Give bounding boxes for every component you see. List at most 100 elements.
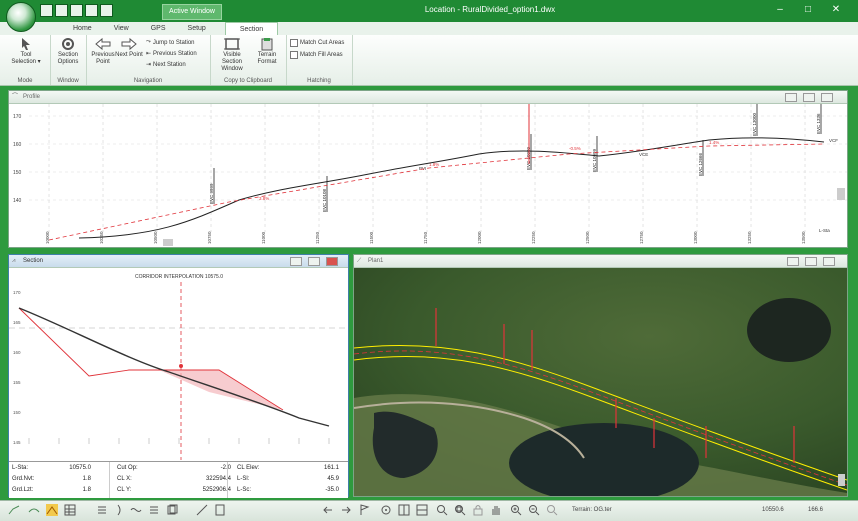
jump-to-station-button[interactable]: ⤳ Jump to Station bbox=[146, 39, 195, 46]
plan-restore-button[interactable] bbox=[805, 257, 817, 266]
list-icon[interactable] bbox=[148, 504, 160, 516]
profile-vertical-curve-label: EVC 10999 bbox=[592, 148, 597, 172]
section-chart-header: CORRIDOR INTERPOLATION 10575.0 bbox=[135, 274, 223, 280]
context-tab-label: Active Window bbox=[162, 4, 222, 20]
target-icon[interactable] bbox=[380, 504, 392, 516]
new-file-icon[interactable] bbox=[40, 4, 53, 17]
section-table-cell: Grd.Nvt: bbox=[12, 476, 35, 482]
section-restore-button[interactable] bbox=[308, 257, 320, 266]
match-fill-areas-checkbox[interactable]: Match Fill Areas bbox=[290, 51, 343, 59]
profile-chart[interactable]: 10000 10250 10500 10750 11000 11250 11500 11750… bbox=[9, 104, 847, 247]
tab-section[interactable]: Section bbox=[224, 22, 279, 35]
flag-icon[interactable] bbox=[358, 504, 370, 516]
profile-station-tick-label: 11000 bbox=[261, 231, 266, 244]
next-icon[interactable] bbox=[340, 504, 352, 516]
section-table-cell: CL Y: bbox=[117, 487, 132, 493]
section-table-cell: 161.1 bbox=[323, 465, 339, 471]
wave-icon[interactable] bbox=[130, 504, 142, 516]
window-title: Location - RuralDivided_option1.dwx bbox=[424, 5, 556, 14]
visible-section-window-button[interactable]: Visible Section Window bbox=[214, 37, 250, 73]
arrow-left-icon bbox=[95, 37, 111, 51]
section-y-tick-label: 160 bbox=[13, 350, 21, 355]
cursor-icon bbox=[22, 38, 30, 50]
print-icon[interactable] bbox=[85, 4, 98, 17]
section-close-button[interactable] bbox=[326, 257, 338, 266]
zoom-extents-icon[interactable] bbox=[546, 504, 558, 516]
plan-vscroll-thumb[interactable] bbox=[838, 474, 845, 486]
group-mode: Tool Selection ▾ Mode bbox=[0, 35, 51, 85]
profile-station-tick-label: 10500 bbox=[153, 231, 158, 244]
profile-pvi-label: VCF bbox=[829, 138, 838, 143]
next-station-button[interactable]: ⇥ Next Station bbox=[146, 61, 186, 69]
plan-title: Plan1 bbox=[368, 258, 384, 264]
app-menu-orb-icon[interactable] bbox=[6, 2, 36, 32]
plan-close-button[interactable] bbox=[823, 257, 835, 266]
zoom-in-icon[interactable] bbox=[510, 504, 522, 516]
curve-icon[interactable] bbox=[28, 504, 40, 516]
profile-station-tick-label: 13500 bbox=[801, 231, 806, 244]
close-button[interactable]: ✕ bbox=[828, 3, 844, 17]
lock-icon[interactable] bbox=[472, 504, 484, 516]
profile-minimize-button[interactable] bbox=[785, 93, 797, 102]
copy-icon[interactable] bbox=[166, 504, 178, 516]
undo-icon[interactable] bbox=[100, 4, 113, 17]
tab-setup[interactable]: Setup bbox=[177, 22, 217, 35]
profile-vertical-curve-label: EVC 9999 bbox=[209, 183, 214, 204]
profile-icon: ⌒ bbox=[12, 94, 19, 100]
page-icon[interactable] bbox=[214, 504, 226, 516]
match-cut-areas-checkbox[interactable]: Match Cut Areas bbox=[290, 39, 344, 47]
open-file-icon[interactable] bbox=[55, 4, 68, 17]
plan-aerial-map[interactable] bbox=[354, 268, 847, 496]
profile-view-icon[interactable] bbox=[8, 504, 20, 516]
section-chart[interactable]: CORRIDOR INTERPOLATION 10575.0 170 165 160… bbox=[9, 268, 348, 460]
zoom-icon[interactable] bbox=[436, 504, 448, 516]
profile-vertical-curve-label: EVC 12666 bbox=[698, 152, 703, 176]
measure-icon[interactable] bbox=[196, 504, 208, 516]
tab-gps[interactable]: GPS bbox=[140, 22, 177, 35]
previous-station-button[interactable]: ⇤ Previous Station bbox=[146, 50, 197, 58]
split-horizontal-icon[interactable] bbox=[416, 504, 428, 516]
zoom-out-icon[interactable] bbox=[528, 504, 540, 516]
plan-minimize-button[interactable] bbox=[787, 257, 799, 266]
arrow-right-icon bbox=[121, 37, 137, 51]
profile-station-tick-label: 11250 bbox=[315, 231, 320, 244]
section-minimize-button[interactable] bbox=[290, 257, 302, 266]
tab-view[interactable]: View bbox=[103, 22, 140, 35]
profile-station-tick-label: 11750 bbox=[423, 231, 428, 244]
maximize-button[interactable]: □ bbox=[800, 3, 816, 17]
profile-y-tick-label: 160 bbox=[13, 142, 22, 148]
profile-title: Profile bbox=[23, 94, 41, 100]
pan-hand-icon[interactable] bbox=[490, 504, 502, 516]
profile-vscroll-thumb[interactable] bbox=[837, 188, 845, 200]
split-vertical-icon[interactable] bbox=[398, 504, 410, 516]
profile-pvi-label: VCE bbox=[639, 152, 648, 157]
plan-lake-northeast bbox=[747, 298, 831, 362]
next-point-button[interactable]: Next Point bbox=[114, 37, 144, 59]
profile-hscroll-thumb[interactable] bbox=[163, 239, 173, 246]
section-cl-point bbox=[179, 364, 183, 368]
profile-vertical-curve-label: EVC 10108 bbox=[322, 188, 327, 212]
spiral-icon[interactable] bbox=[114, 504, 126, 516]
minimize-button[interactable]: – bbox=[772, 3, 788, 17]
group-copy-to-clipboard: Visible Section Window Terrain Format Co… bbox=[210, 35, 287, 85]
section-table-cell: 45.9 bbox=[327, 476, 339, 482]
section-options-button[interactable]: Section Options bbox=[53, 37, 83, 66]
tool-selection-button[interactable]: Tool Selection ▾ bbox=[10, 37, 42, 66]
layers-icon[interactable] bbox=[96, 504, 108, 516]
profile-close-button[interactable] bbox=[821, 93, 833, 102]
save-icon[interactable] bbox=[70, 4, 83, 17]
section-view-icon[interactable] bbox=[46, 504, 58, 516]
zoom-window-icon[interactable] bbox=[454, 504, 466, 516]
section-y-tick-label: 150 bbox=[13, 410, 21, 415]
grid-icon[interactable] bbox=[64, 504, 76, 516]
section-table-cell: Grd.Lzt: bbox=[12, 487, 34, 493]
section-table-cell: 1.8 bbox=[82, 487, 91, 493]
profile-restore-button[interactable] bbox=[803, 93, 815, 102]
section-y-tick-label: 155 bbox=[13, 380, 21, 385]
profile-station-tick-label: 11500 bbox=[369, 231, 374, 244]
profile-y-tick-label: 170 bbox=[13, 114, 22, 120]
previous-icon[interactable] bbox=[322, 504, 334, 516]
terrain-format-button[interactable]: Terrain Format bbox=[252, 37, 282, 66]
tab-home[interactable]: Home bbox=[62, 22, 103, 35]
section-title: Section bbox=[23, 258, 44, 264]
